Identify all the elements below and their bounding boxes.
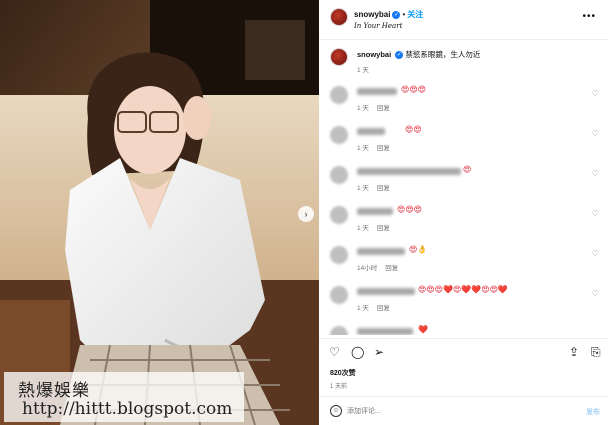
share-icon[interactable]: ➢ [374,345,384,359]
comment-time: 1 天 [357,105,369,112]
comment-input[interactable] [347,403,547,419]
comment-item: 😍 1 天 回复 ♡ [319,160,608,196]
comment-item: ❤️ [319,320,608,335]
comment-meta: 1 天 回复 [357,102,398,112]
comment-item: 😍👌 14小时 回复 ♡ [319,240,608,276]
separator-dot: • [402,10,406,19]
comment-meta: 14小时 回复 [357,262,406,272]
comment-text: 😍😍 [405,125,422,134]
caption-body: 禁慾系眼鏡，生人勿近 [405,50,481,59]
comment-time: 1 天 [357,185,369,192]
reply-button[interactable]: 回复 [377,145,390,152]
commenter-username[interactable] [357,328,413,335]
comment-time: 1 天 [357,145,369,152]
post-side-panel: snowybai ✓ • 关注 In Your Heart ••• snowybai … [319,0,608,425]
bookmark-icon[interactable]: ⎘ [591,345,601,360]
watermark-url: http://hittt.blogspot.com [22,399,233,419]
emoji-icon[interactable]: ☺ [330,405,342,417]
comment-text: 😍😍😍❤️😍❤️❤️😍😍❤️ [418,285,508,294]
commenter-avatar[interactable] [330,86,348,104]
follow-button[interactable]: 关注 [407,10,423,19]
heart-icon[interactable]: ♡ [592,89,599,98]
comment-item: 😍😍 1 天 回复 ♡ [319,120,608,156]
commenter-username[interactable] [357,88,397,95]
more-options-icon[interactable]: ••• [582,11,596,22]
comment-text: 😍😍😍 [401,85,427,94]
heart-icon[interactable]: ♡ [592,209,599,218]
comment-item: 😍😍😍 1 天 回复 ♡ [319,200,608,236]
verified-badge-icon: ✓ [395,51,404,60]
comment-meta: 1 天 回复 [357,302,398,312]
post-photo[interactable]: › 熱爆娛樂 http://hittt.blogspot.com [0,0,319,425]
commenter-avatar[interactable] [330,206,348,224]
heart-icon[interactable]: ♡ [592,169,599,178]
comment-meta: 1 天 回复 [357,222,398,232]
heart-icon[interactable]: ♡ [592,129,599,138]
commenter-avatar[interactable] [330,126,348,144]
commenter-username[interactable] [357,248,405,255]
commenter-username[interactable] [357,168,461,175]
comment-icon[interactable]: ◯ [351,345,364,359]
commenter-username[interactable] [357,128,385,135]
chevron-right-icon: › [304,209,308,219]
author-avatar[interactable] [330,8,348,26]
commenter-username[interactable] [357,208,393,215]
caption-username[interactable]: snowybai [357,50,391,59]
reply-button[interactable]: 回复 [377,185,390,192]
comment-meta: 1 天 回复 [357,142,398,152]
reply-button[interactable]: 回复 [377,305,390,312]
watermark-title: 熱爆娛樂 [18,381,90,401]
commenter-avatar[interactable] [330,326,348,335]
post-photo-art [0,0,319,425]
heart-icon[interactable]: ♡ [592,289,599,298]
comment-text: 😍 [463,165,472,174]
comment-time: 1 天 [357,225,369,232]
add-to-story-icon[interactable]: ⇪ [569,345,579,359]
verified-badge-icon: ✓ [392,10,401,19]
comment-meta: 1 天 回复 [357,182,398,192]
post-header: snowybai ✓ • 关注 In Your Heart ••• [319,0,608,40]
watermark: 熱爆娛樂 http://hittt.blogspot.com [4,372,244,422]
comment-list: 😍😍😍 1 天回复 ♡ 😍😍 1 天回复 ♡ 😍 1 天回复 ♡ 😍😍😍 1 天… [319,80,608,335]
like-count[interactable]: 820次赞 [330,368,356,378]
caption-text: snowybai ✓ 禁慾系眼鏡，生人勿近 [357,49,480,60]
post-comment-button[interactable]: 发布 [586,407,600,417]
comment-item: 😍😍😍 1 天 回复 ♡ [319,80,608,116]
comment-composer: ☺ 发布 [319,396,608,425]
author-username[interactable]: snowybai [354,10,390,19]
comment-text: ❤️ [418,325,428,334]
caption-time: 1 天 [357,67,369,74]
heart-icon[interactable]: ♡ [592,249,599,258]
post-caption: snowybai ✓ 禁慾系眼鏡，生人勿近 1 天 [319,44,608,76]
commenter-avatar[interactable] [330,286,348,304]
commenter-avatar[interactable] [330,166,348,184]
author-line: snowybai ✓ • 关注 [354,9,423,20]
reply-button[interactable]: 回复 [385,265,398,272]
caption-avatar[interactable] [330,48,348,66]
reply-button[interactable]: 回复 [377,105,390,112]
comment-item: 😍😍😍❤️😍❤️❤️😍😍❤️ 1 天 回复 ♡ [319,280,608,316]
audio-track[interactable]: In Your Heart [354,22,402,30]
reply-button[interactable]: 回复 [377,225,390,232]
heart-icon[interactable]: ♡ [329,345,340,359]
comment-time: 14小时 [357,265,378,272]
comment-text: 😍😍😍 [397,205,423,214]
commenter-avatar[interactable] [330,246,348,264]
comment-text: 😍👌 [409,245,428,254]
commenter-username[interactable] [357,288,415,295]
comment-time: 1 天 [357,305,369,312]
action-bar: ♡ ◯ ➢ ⇪ ⎘ [319,338,608,366]
post-time: 1 天前 [330,384,348,390]
next-photo-button[interactable]: › [298,206,314,222]
